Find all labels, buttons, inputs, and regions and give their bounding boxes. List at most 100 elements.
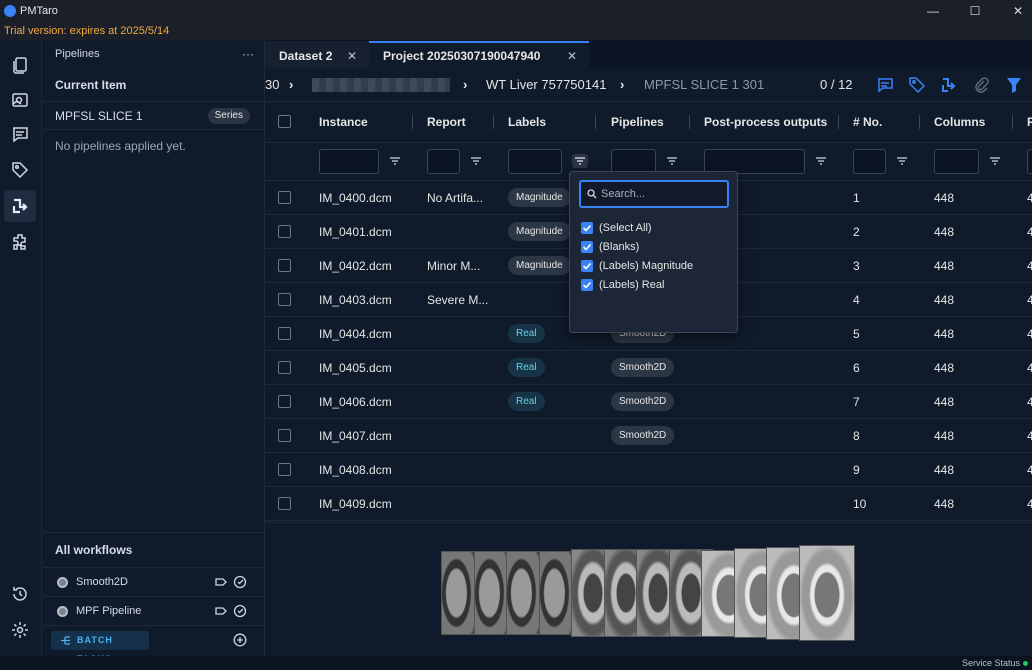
service-status-label[interactable]: Service Status: [962, 656, 1020, 670]
column-header-pipelines[interactable]: Pipelines: [611, 102, 664, 142]
row-checkbox[interactable]: [278, 225, 291, 238]
pipeline-chip[interactable]: Smooth2D: [611, 426, 675, 445]
row-checkbox[interactable]: [278, 327, 291, 340]
attachment-icon[interactable]: [972, 76, 990, 94]
row-checkbox[interactable]: [278, 191, 291, 204]
label-chip[interactable]: Real: [508, 358, 545, 377]
pipeline-icon[interactable]: [940, 76, 958, 94]
label-chip[interactable]: Magnitude: [508, 188, 571, 207]
row-checkbox[interactable]: [278, 429, 291, 442]
filter-menu-icon-active[interactable]: [572, 154, 588, 168]
checkbox-checked[interactable]: [581, 260, 593, 272]
column-header-labels[interactable]: Labels: [508, 102, 546, 142]
comments-icon[interactable]: [4, 118, 36, 150]
r-filter-input[interactable]: [1027, 149, 1032, 174]
tab-project[interactable]: Project 20250307190047940 ✕: [369, 41, 589, 68]
batch-row: BATCH TASKS: [43, 625, 264, 664]
comments-icon[interactable]: [876, 76, 894, 94]
filter-option-blanks[interactable]: (Blanks): [581, 239, 639, 255]
label-chip[interactable]: Real: [508, 324, 545, 343]
slice-thumbnail[interactable]: [441, 551, 475, 635]
history-icon[interactable]: [4, 578, 36, 610]
filter-icon[interactable]: [1005, 76, 1023, 94]
columns-filter-input[interactable]: [934, 149, 979, 174]
row-checkbox[interactable]: [278, 463, 291, 476]
more-options-icon[interactable]: ···: [242, 40, 254, 68]
column-header-r[interactable]: R: [1027, 102, 1032, 142]
column-header-post-process[interactable]: Post-process outputs: [704, 102, 827, 142]
row-checkbox[interactable]: [278, 361, 291, 374]
checkbox-checked[interactable]: [581, 241, 593, 253]
labels-filter-input[interactable]: [508, 149, 562, 174]
table-row[interactable]: IM_0407.dcm Smooth2D 8 448 4: [265, 419, 1032, 453]
pipeline-chip[interactable]: Smooth2D: [611, 392, 675, 411]
table-row[interactable]: IM_0406.dcm Real Smooth2D 7 448 4: [265, 385, 1032, 419]
batch-tasks-button[interactable]: BATCH TASKS: [51, 631, 149, 664]
filter-option-real[interactable]: (Labels) Real: [581, 277, 664, 293]
minimize-button[interactable]: —: [910, 0, 956, 22]
row-checkbox[interactable]: [278, 497, 291, 510]
close-window-button[interactable]: ✕: [995, 0, 1032, 22]
slice-preview[interactable]: [265, 522, 1032, 656]
columns-cell: 448: [934, 361, 955, 375]
image-viewer-icon[interactable]: [4, 84, 36, 116]
filter-menu-icon[interactable]: [666, 156, 678, 166]
edit-check-icon[interactable]: [233, 575, 247, 589]
row-checkbox[interactable]: [278, 293, 291, 306]
filter-option-select-all[interactable]: (Select All): [581, 220, 652, 236]
table-row[interactable]: IM_0409.dcm 10 448 4: [265, 487, 1032, 521]
r-cell: 4: [1027, 463, 1032, 477]
column-header-instance[interactable]: Instance: [319, 102, 368, 142]
filter-menu-icon[interactable]: [896, 156, 908, 166]
filter-search-box[interactable]: [579, 180, 729, 208]
select-all-checkbox[interactable]: [278, 115, 291, 128]
number-filter-input[interactable]: [853, 149, 886, 174]
edit-check-icon[interactable]: [233, 604, 247, 618]
column-header-number[interactable]: # No.: [853, 102, 882, 142]
breadcrumb-item[interactable]: WT Liver 757750141: [486, 68, 606, 102]
table-row[interactable]: IM_0408.dcm 9 448 4: [265, 453, 1032, 487]
close-tab-icon[interactable]: ✕: [347, 43, 357, 70]
instance-filter-input[interactable]: [319, 149, 379, 174]
tag-outline-icon[interactable]: [214, 575, 228, 589]
maximize-button[interactable]: ☐: [952, 0, 998, 22]
tag-outline-icon[interactable]: [214, 604, 228, 618]
slice-thumbnail[interactable]: [473, 551, 508, 635]
checkbox-checked[interactable]: [581, 279, 593, 291]
workflow-item[interactable]: MPF Pipeline: [43, 596, 264, 625]
settings-icon[interactable]: [4, 614, 36, 646]
label-chip[interactable]: Real: [508, 392, 545, 411]
redacted-breadcrumb: [312, 78, 450, 92]
tag-icon[interactable]: [908, 76, 926, 94]
label-chip[interactable]: Magnitude: [508, 222, 571, 241]
report-filter-input[interactable]: [427, 149, 460, 174]
documents-icon[interactable]: [4, 48, 36, 80]
checkbox-checked[interactable]: [581, 222, 593, 234]
tags-icon[interactable]: [4, 154, 36, 186]
workflow-item[interactable]: Smooth2D: [43, 567, 264, 596]
slice-thumbnail[interactable]: [506, 551, 540, 635]
add-workflow-icon[interactable]: [233, 633, 247, 647]
close-tab-icon[interactable]: ✕: [567, 43, 577, 70]
filter-option-magnitude[interactable]: (Labels) Magnitude: [581, 258, 693, 274]
row-checkbox[interactable]: [278, 259, 291, 272]
label-chip[interactable]: Magnitude: [508, 256, 571, 275]
filter-menu-icon[interactable]: [989, 156, 1001, 166]
pipelines-icon[interactable]: [4, 190, 36, 222]
pipeline-chip[interactable]: Smooth2D: [611, 358, 675, 377]
breadcrumb-partial[interactable]: 30: [265, 68, 279, 102]
plugins-icon[interactable]: [4, 226, 36, 258]
column-header-columns[interactable]: Columns: [934, 102, 985, 142]
workflow-radio[interactable]: [57, 606, 68, 617]
table-row[interactable]: IM_0405.dcm Real Smooth2D 6 448 4: [265, 351, 1032, 385]
filter-menu-icon[interactable]: [815, 156, 827, 166]
row-checkbox[interactable]: [278, 395, 291, 408]
tab-dataset[interactable]: Dataset 2 ✕: [265, 41, 369, 68]
workflow-radio[interactable]: [57, 577, 68, 588]
column-header-report[interactable]: Report: [427, 102, 466, 142]
filter-menu-icon[interactable]: [389, 156, 401, 166]
slice-thumbnail[interactable]: [798, 545, 855, 641]
filter-search-input[interactable]: [601, 186, 725, 202]
filter-menu-icon[interactable]: [470, 156, 482, 166]
slice-thumbnail[interactable]: [538, 551, 573, 635]
